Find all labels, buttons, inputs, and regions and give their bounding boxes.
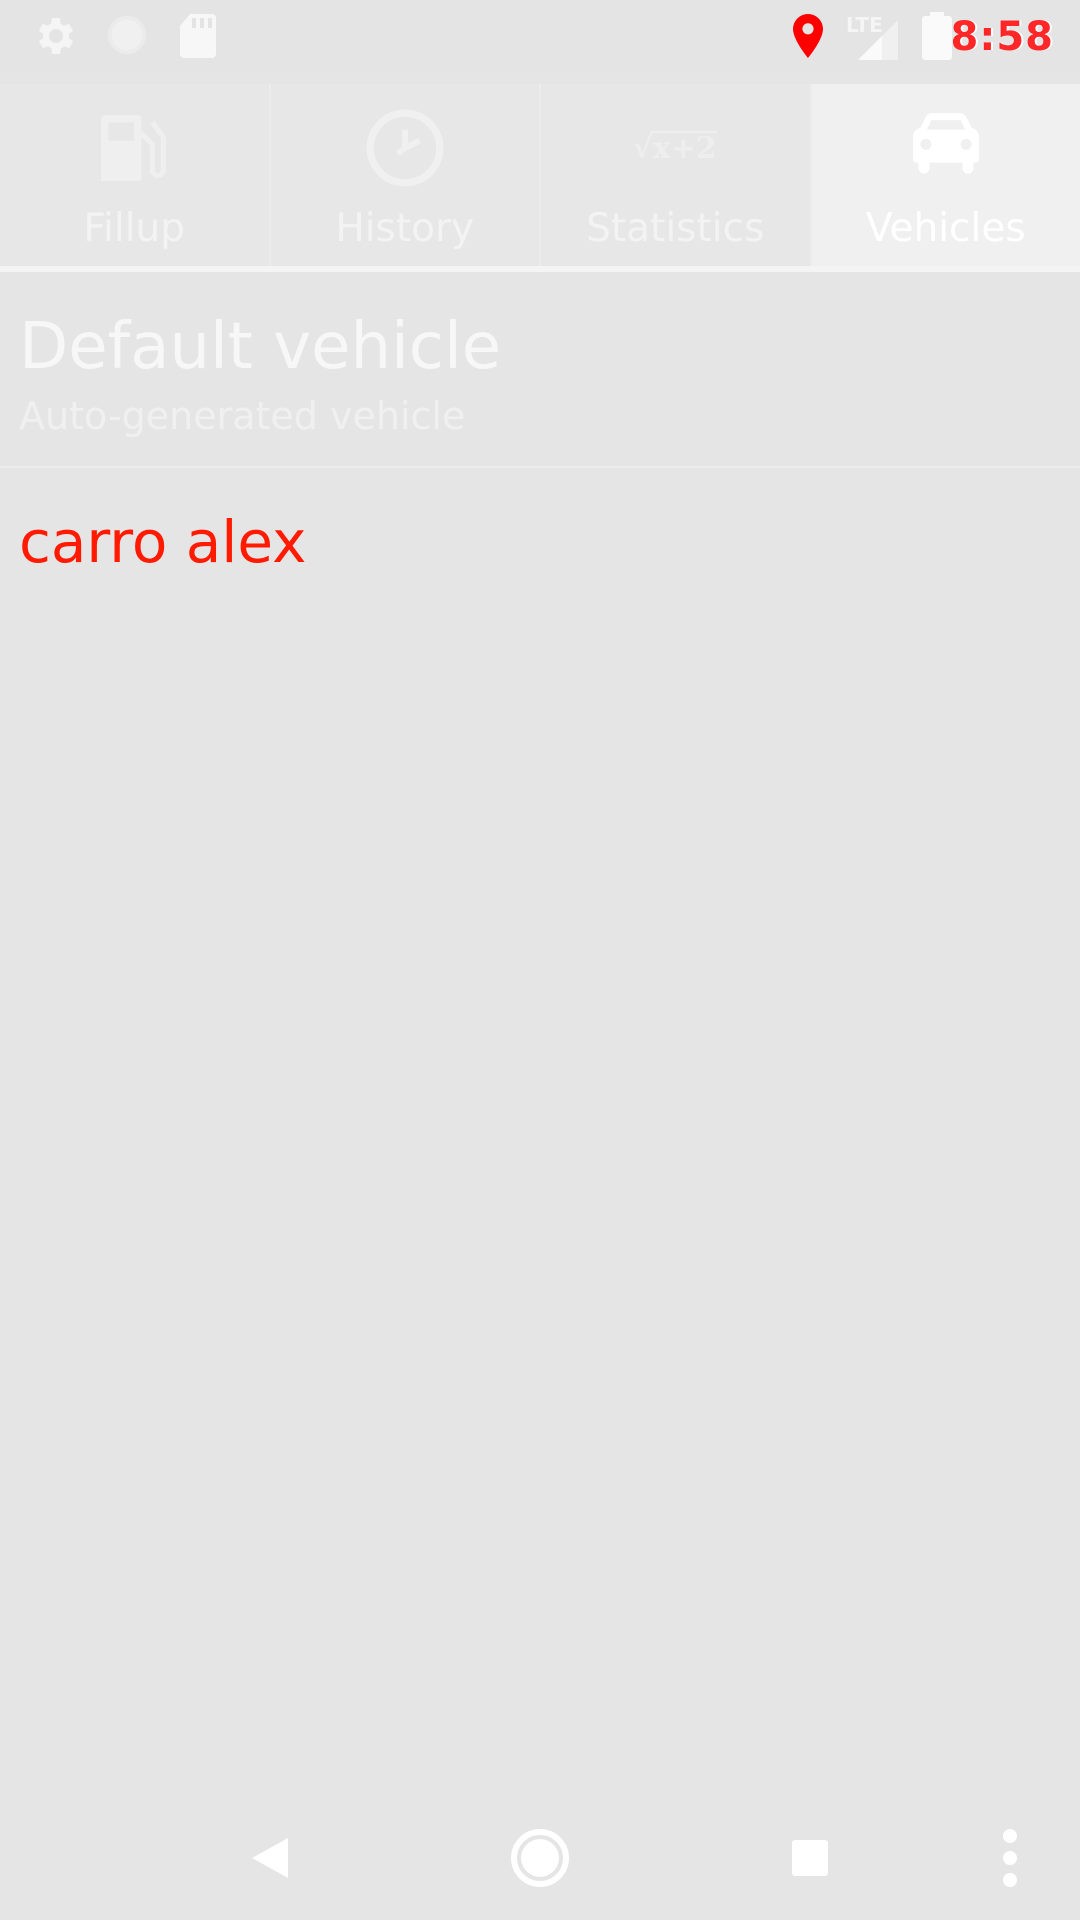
vehicle-item[interactable]: Default vehicle Auto-generated vehicle bbox=[0, 272, 1080, 468]
vehicle-item[interactable]: carro alex bbox=[0, 468, 1080, 608]
recents-icon bbox=[790, 1838, 830, 1882]
back-button[interactable] bbox=[230, 1822, 310, 1898]
navigation-bar bbox=[0, 1800, 1080, 1920]
back-icon bbox=[248, 1834, 292, 1886]
circle-icon bbox=[104, 12, 150, 62]
tab-label-history: History bbox=[335, 206, 475, 251]
battery-icon bbox=[920, 12, 954, 64]
network-label: LTE bbox=[846, 13, 883, 37]
recents-button[interactable] bbox=[770, 1822, 850, 1898]
tab-label-statistics: Statistics bbox=[586, 206, 765, 251]
tab-vehicles[interactable]: Vehicles bbox=[811, 84, 1080, 270]
vehicle-list: Default vehicle Auto-generated vehicle c… bbox=[0, 272, 1080, 608]
fuel-pump-icon bbox=[90, 104, 178, 196]
home-icon bbox=[510, 1828, 570, 1892]
screen: LTE 8:58 8:58 Fillup History √x+2 Statis… bbox=[0, 0, 1080, 1920]
tab-bar: Fillup History √x+2 Statistics Vehicles bbox=[0, 84, 1080, 270]
tab-label-vehicles: Vehicles bbox=[865, 206, 1026, 251]
tab-statistics[interactable]: √x+2 Statistics bbox=[541, 84, 812, 270]
clock-time-overlay: 8:58 bbox=[950, 14, 1054, 60]
tab-fillup[interactable]: Fillup bbox=[0, 84, 271, 270]
home-button[interactable] bbox=[500, 1822, 580, 1898]
clock-icon bbox=[361, 104, 449, 196]
vehicle-name: Default vehicle bbox=[19, 310, 502, 384]
location-pin-icon bbox=[788, 12, 828, 64]
formula-icon: √x+2 bbox=[627, 104, 723, 196]
vehicle-name: carro alex bbox=[19, 508, 307, 576]
vehicle-description: Auto-generated vehicle bbox=[19, 394, 466, 438]
sd-card-icon bbox=[176, 12, 220, 64]
overflow-menu-button[interactable] bbox=[980, 1822, 1040, 1898]
signal-icon: LTE bbox=[842, 12, 902, 64]
car-icon bbox=[900, 104, 992, 196]
tab-label-fillup: Fillup bbox=[83, 206, 186, 251]
tab-history[interactable]: History bbox=[270, 84, 541, 270]
status-clock: 8:58 8:58 bbox=[950, 12, 1057, 62]
status-bar: LTE 8:58 8:58 bbox=[0, 0, 1080, 72]
overflow-menu-icon bbox=[1002, 1828, 1018, 1892]
formula-text: √x+2 bbox=[633, 131, 717, 166]
gear-icon bbox=[30, 12, 78, 64]
